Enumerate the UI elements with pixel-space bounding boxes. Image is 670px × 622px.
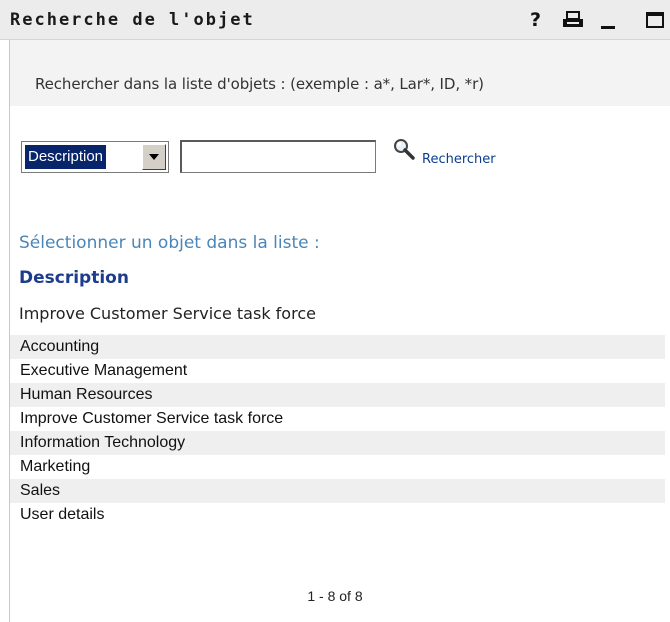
description-column-header[interactable]: Description	[19, 268, 129, 288]
title-bar: Recherche de l'objet ?	[0, 0, 670, 40]
attribute-select[interactable]: Description	[21, 141, 169, 173]
list-item[interactable]: User details	[10, 503, 665, 527]
list-item[interactable]: Accounting	[10, 335, 665, 359]
magnifier-icon[interactable]	[393, 138, 415, 160]
attribute-select-value: Description	[23, 144, 108, 170]
selected-object-value: Improve Customer Service task force	[19, 304, 316, 323]
panel-left-border	[9, 40, 10, 622]
search-input[interactable]	[180, 140, 376, 173]
maximize-icon[interactable]	[645, 11, 665, 29]
search-hint-panel: Rechercher dans la liste d'objets : (exe…	[10, 40, 670, 106]
object-list: Accounting Executive Management Human Re…	[10, 335, 665, 527]
dropdown-arrow-icon[interactable]	[142, 144, 166, 170]
search-button-label[interactable]: Rechercher	[422, 152, 496, 167]
list-item[interactable]: Sales	[10, 479, 665, 503]
search-hint-text: Rechercher dans la liste d'objets : (exe…	[35, 75, 484, 93]
help-icon[interactable]: ?	[530, 10, 541, 30]
list-item[interactable]: Improve Customer Service task force	[10, 407, 665, 431]
list-item[interactable]: Executive Management	[10, 359, 665, 383]
list-item[interactable]: Marketing	[10, 455, 665, 479]
object-lookup-window: Recherche de l'objet ? Rechercher dans l…	[0, 0, 670, 622]
print-icon[interactable]	[562, 11, 584, 29]
pagination-status: 1 - 8 of 8	[307, 588, 363, 604]
window-title: Recherche de l'objet	[10, 10, 255, 30]
list-heading: Sélectionner un objet dans la liste :	[19, 233, 320, 253]
list-item[interactable]: Human Resources	[10, 383, 665, 407]
minimize-icon[interactable]	[600, 12, 616, 30]
list-item[interactable]: Information Technology	[10, 431, 665, 455]
